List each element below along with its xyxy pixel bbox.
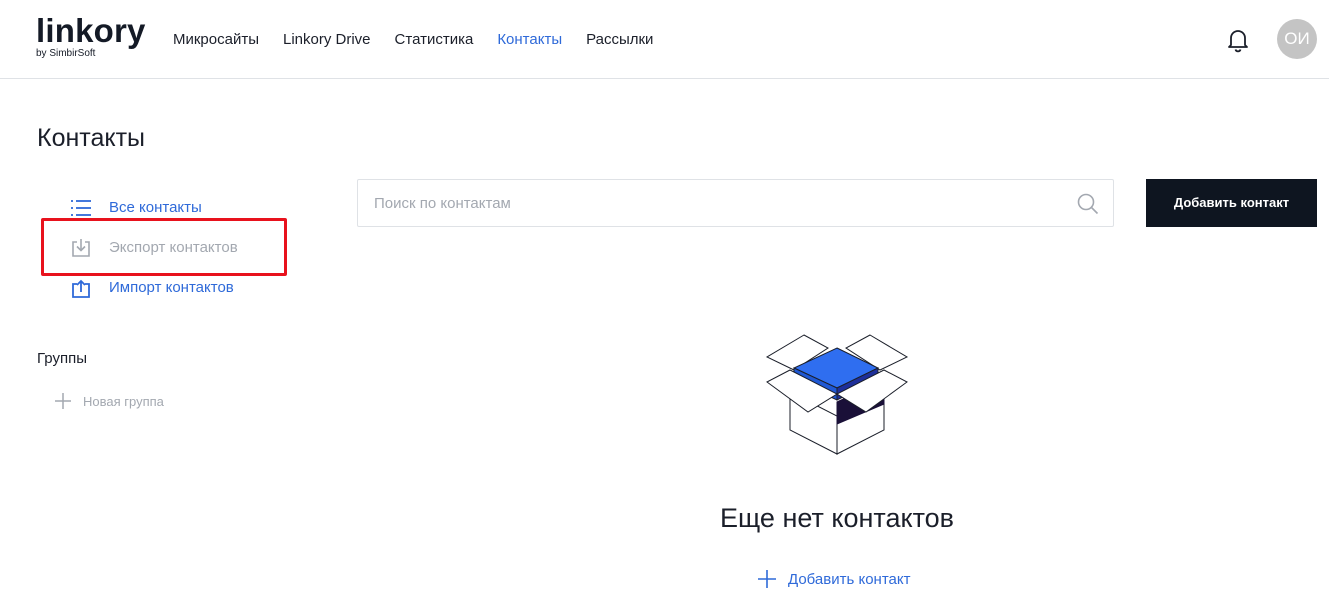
logo-text: linkory — [36, 12, 146, 49]
search-input[interactable] — [358, 180, 1058, 226]
sidebar-item-all-contacts[interactable]: Все контакты — [68, 196, 202, 220]
empty-box-illustration — [764, 332, 910, 460]
nav-item-statistics[interactable]: Статистика — [395, 29, 474, 51]
sidebar-item-label: Импорт контактов — [109, 279, 234, 296]
upload-icon — [68, 277, 94, 299]
search-icon[interactable] — [1077, 193, 1099, 215]
page-title: Контакты — [37, 124, 145, 152]
empty-state-title: Еще нет контактов — [720, 503, 954, 533]
top-header: linkory by SimbirSoft Микросайты Linkory… — [0, 0, 1329, 79]
empty-add-contact-label: Добавить контакт — [788, 570, 911, 588]
sidebar-item-label: Все контакты — [109, 199, 202, 216]
sidebar-item-label: Экспорт контактов — [109, 239, 238, 256]
linkory-logo[interactable]: linkory by SimbirSoft — [36, 12, 145, 62]
new-group-label: Новая группа — [83, 393, 164, 409]
groups-heading: Группы — [37, 350, 87, 367]
nav-item-microsites[interactable]: Микросайты — [173, 29, 259, 51]
download-icon — [68, 237, 94, 259]
logo-subtitle: by SimbirSoft — [36, 48, 96, 59]
nav-item-contacts[interactable]: Контакты — [497, 29, 562, 51]
sidebar-item-export-contacts[interactable]: Экспорт контактов — [68, 236, 238, 260]
main-nav: Микросайты Linkory Drive Статистика Конт… — [173, 29, 653, 51]
sidebar-item-import-contacts[interactable]: Импорт контактов — [68, 276, 234, 300]
bell-icon[interactable] — [1226, 27, 1250, 53]
avatar[interactable]: ОИ — [1277, 19, 1317, 59]
empty-add-contact-button[interactable]: Добавить контакт — [757, 568, 910, 590]
add-contact-button[interactable]: Добавить контакт — [1146, 179, 1317, 227]
new-group-button[interactable]: Новая группа — [53, 391, 164, 411]
list-icon — [68, 197, 94, 219]
nav-item-linkory-drive[interactable]: Linkory Drive — [283, 29, 371, 51]
plus-icon — [757, 569, 777, 589]
search-box — [357, 179, 1114, 227]
nav-item-mailings[interactable]: Рассылки — [586, 29, 653, 51]
plus-icon — [53, 391, 73, 411]
